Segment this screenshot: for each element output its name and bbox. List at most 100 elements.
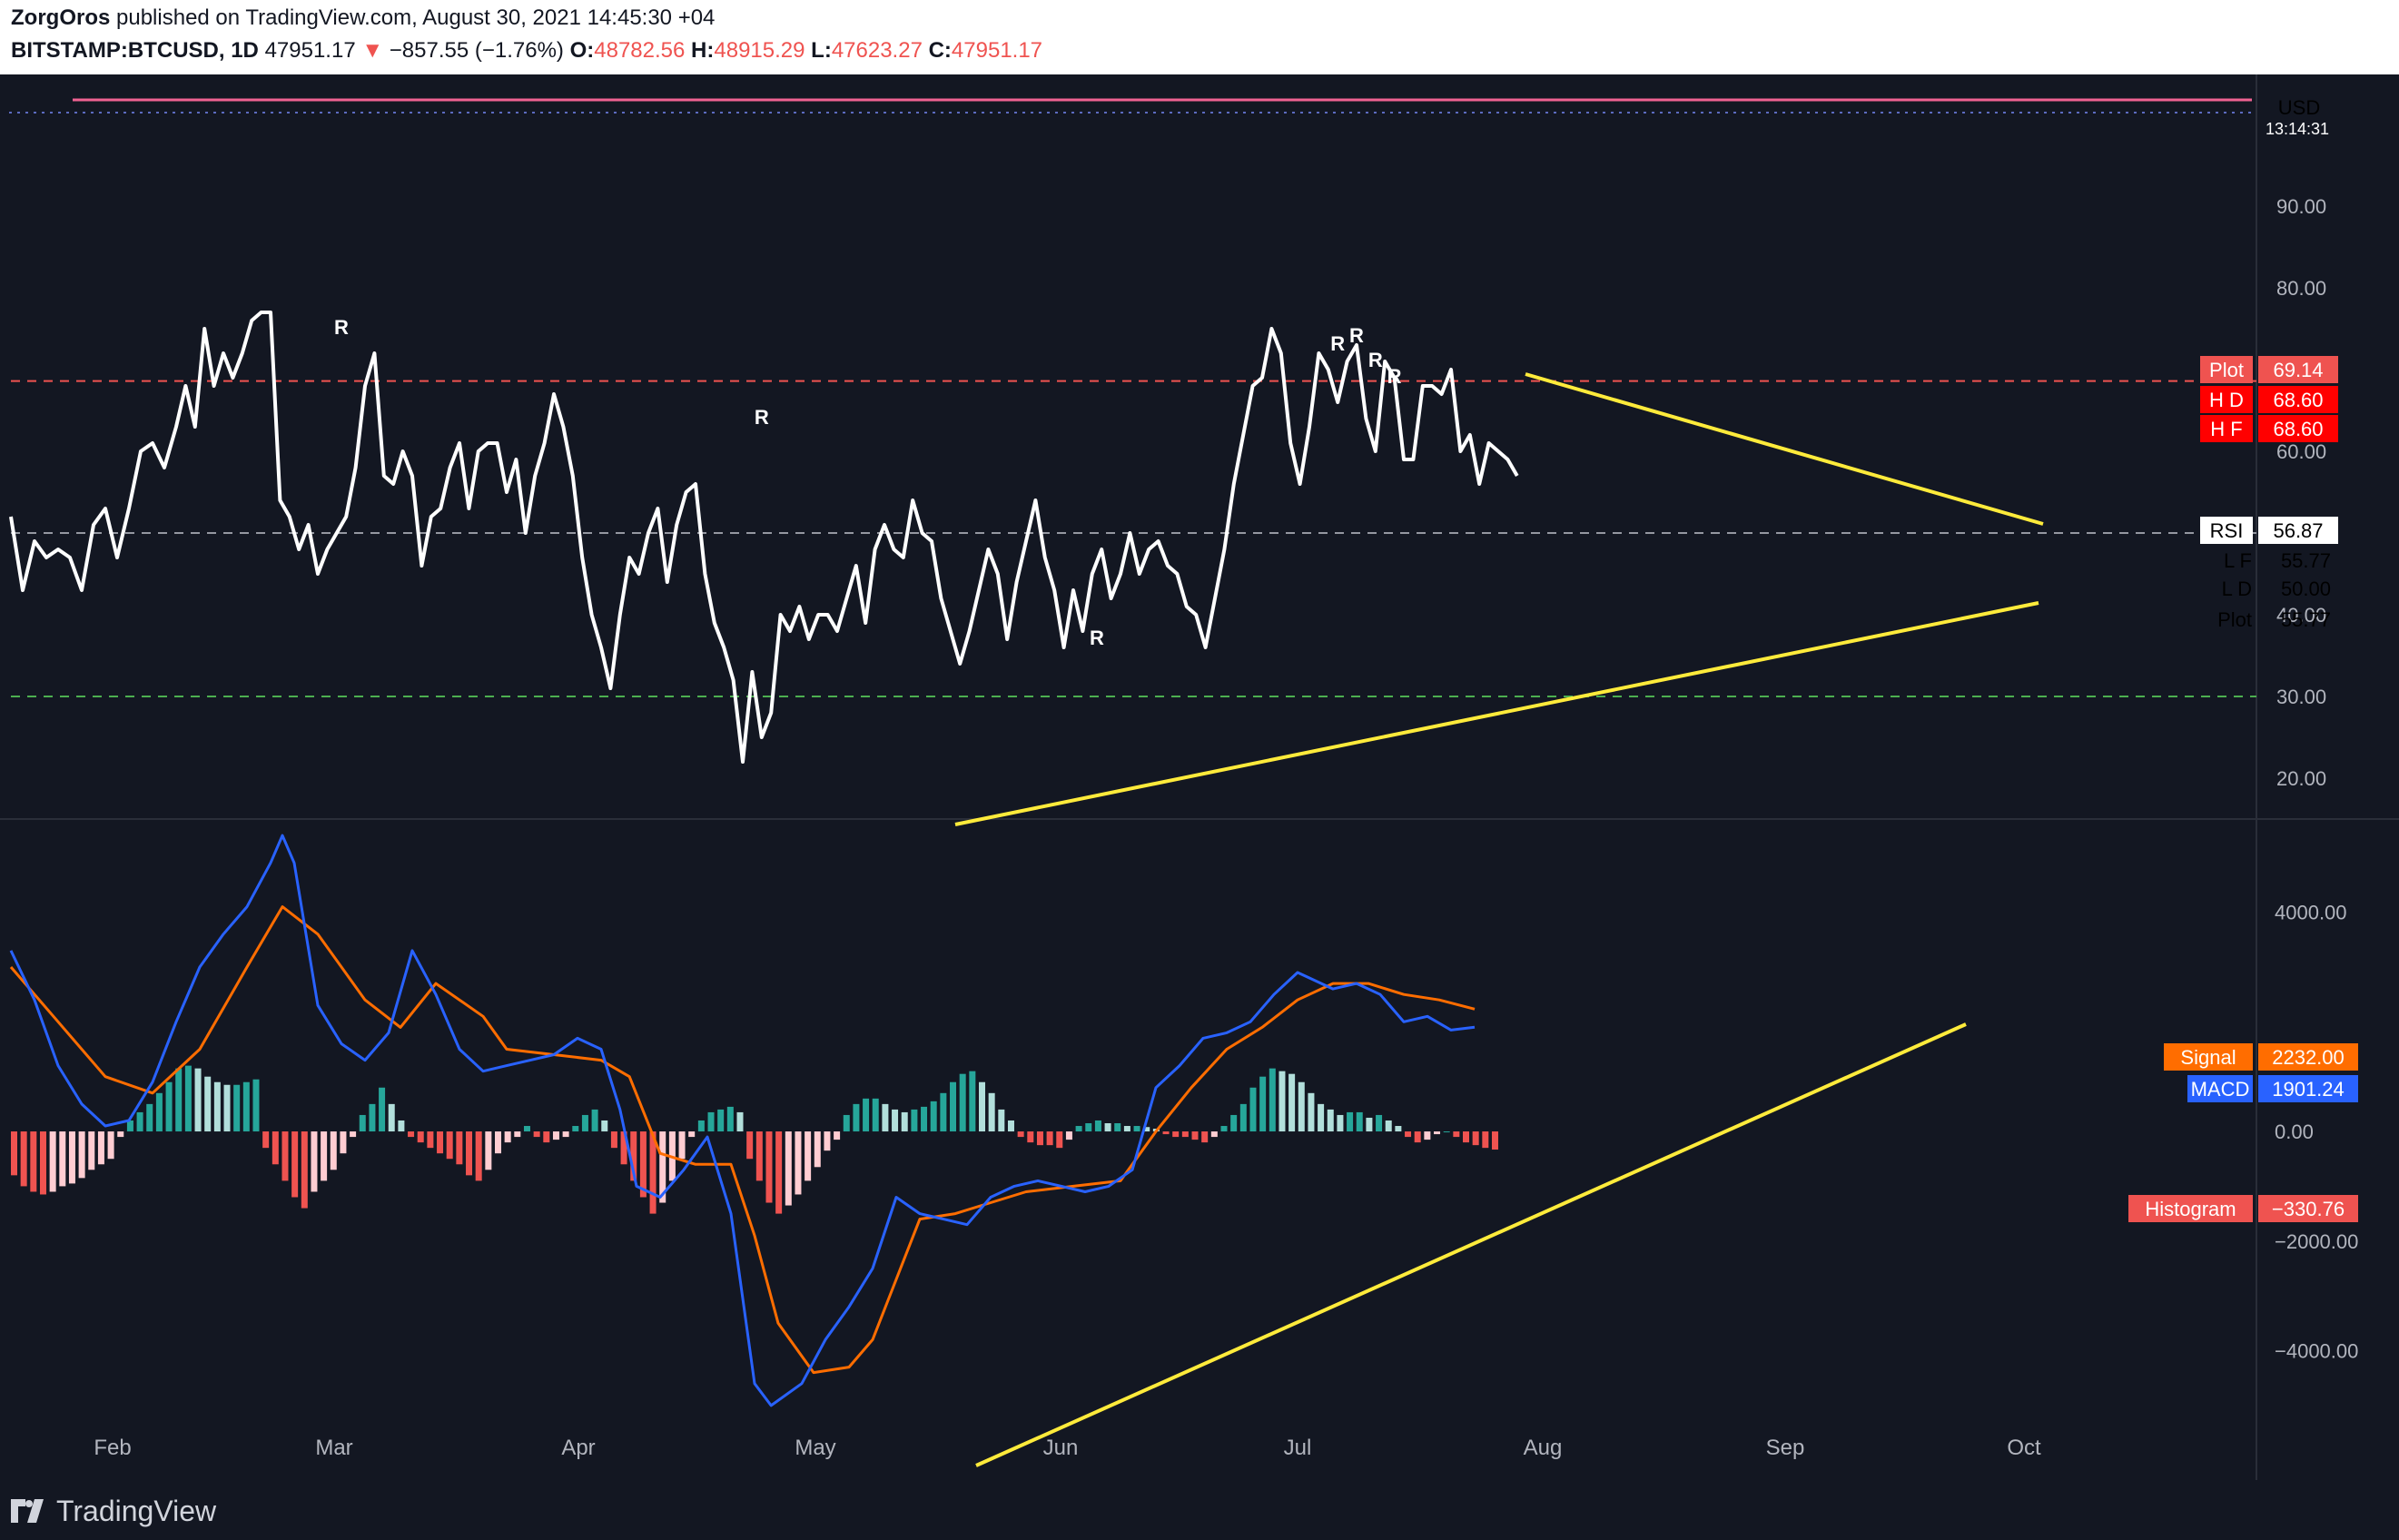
histogram-bar [1443,1131,1450,1133]
histogram-bar [736,1111,744,1132]
histogram-bar [68,1131,75,1184]
x-axis-label: Apr [561,1436,595,1460]
publish-line: ZorgOros published on TradingView.com, A… [11,5,715,31]
tradingview-logo[interactable]: TradingView [11,1493,216,1529]
histogram-bar [485,1131,492,1170]
histogram-bar [1405,1131,1412,1138]
histogram-bar [388,1103,395,1132]
histogram-bar [184,1065,192,1132]
rsi-tick-label: 80.00 [2276,277,2326,300]
histogram-bar [678,1131,686,1160]
rsi-tick-label: 90.00 [2276,195,2326,218]
histogram-bar [1288,1073,1296,1132]
price-strip-pane [0,74,2399,149]
histogram-bar [523,1126,530,1132]
histogram-bar [291,1131,299,1198]
histogram-bar [1414,1131,1421,1143]
divergence-marker: R [1330,332,1345,355]
histogram-bar [1230,1114,1238,1132]
histogram-bar [446,1131,453,1160]
histogram-bar [814,1131,821,1168]
histogram-bar [30,1131,37,1192]
symbol-label[interactable]: BITSTAMP:BTCUSD, 1D [11,38,259,63]
histogram-bar [1472,1131,1479,1146]
histogram-bar [39,1131,46,1195]
rsi-label-value: 55.77 [2281,549,2331,572]
histogram-bar [408,1131,415,1138]
chart-area[interactable]: USD 13:14:31 90.00 80.00 60.00 40.00 30.00 20.0… [0,74,2399,1480]
histogram-bar [1046,1131,1053,1146]
rsi-label-text: H D [2209,389,2244,411]
chart-footer: TradingView [0,1480,2399,1540]
macd-tick-label: 0.00 [2275,1120,2314,1143]
x-axis-label: Feb [94,1436,131,1460]
histogram-bar [1162,1131,1170,1135]
histogram-bar [552,1131,559,1140]
histogram-bar [911,1109,918,1132]
histogram-bar [213,1081,221,1132]
histogram-bar [1356,1111,1363,1132]
histogram-bar [311,1131,318,1192]
histogram-bar [1065,1131,1072,1140]
histogram-bar [398,1120,405,1132]
x-axis-label: Oct [2007,1436,2041,1460]
histogram-bar [834,1131,841,1140]
histogram-bar [379,1087,386,1132]
histogram-bar [1337,1114,1344,1132]
histogram-bar [321,1131,328,1181]
x-axis-label: Aug [1524,1436,1563,1460]
rsi-label-value: 50.00 [2281,578,2331,600]
histogram-bar [1385,1120,1392,1132]
histogram-bar [1327,1109,1334,1132]
histogram-bar [1114,1123,1121,1132]
tradingview-brand: TradingView [56,1494,217,1527]
histogram-bar [591,1109,598,1132]
histogram-bar [514,1131,521,1138]
histogram-bar [959,1073,966,1132]
tradingview-icon [11,1499,44,1523]
histogram-bar [1201,1131,1209,1143]
histogram-bar [1220,1126,1228,1132]
histogram-bar [543,1131,550,1143]
histogram-bar [1036,1131,1043,1146]
histogram-bar [950,1081,957,1132]
histogram-bar [146,1103,153,1132]
histogram-bar [1007,1120,1014,1132]
close-value: 47951.17 [951,38,1043,63]
histogram-bar [1094,1120,1101,1132]
histogram-bar [1318,1103,1325,1132]
macd-label-value: −330.76 [2272,1198,2345,1220]
divergence-marker: R [1387,365,1402,388]
histogram-bar [165,1081,173,1132]
histogram-bar [1308,1092,1315,1132]
histogram-bar [1424,1131,1431,1140]
histogram-bar [940,1092,947,1132]
histogram-bar [853,1103,860,1132]
histogram-bar [1298,1081,1305,1132]
author-name[interactable]: ZorgOros [11,5,110,30]
macd-tick-label: 4000.00 [2275,902,2347,924]
published-text: published on TradingView.com, August 30,… [116,5,716,30]
histogram-bar [688,1131,696,1138]
histogram-bar [746,1131,754,1160]
chart-canvas[interactable]: USD13:14:3190.0080.0060.0040.0030.0020.0… [0,74,2399,1480]
histogram-bar [369,1103,376,1132]
histogram-bar [175,1068,183,1132]
macd-tick-label: −2000.00 [2275,1230,2358,1253]
histogram-bar [475,1131,482,1181]
histogram-bar [795,1131,802,1195]
histogram-bar [601,1120,608,1132]
price-axis-time: 13:14:31 [2266,120,2329,138]
histogram-bar [572,1126,579,1132]
histogram-bar [117,1131,124,1138]
last-price: 47951.17 [264,38,356,63]
histogram-bar [921,1106,928,1132]
price-axis-label: USD [2278,96,2320,119]
divergence-marker: R [1349,324,1364,347]
macd-label-value: 1901.24 [2272,1078,2345,1101]
open-label: O: [569,38,595,63]
histogram-bar [1482,1131,1489,1149]
rsi-label-text: L D [2222,578,2252,600]
histogram-bar [901,1111,908,1132]
rsi-label-text: L F [2224,549,2252,572]
